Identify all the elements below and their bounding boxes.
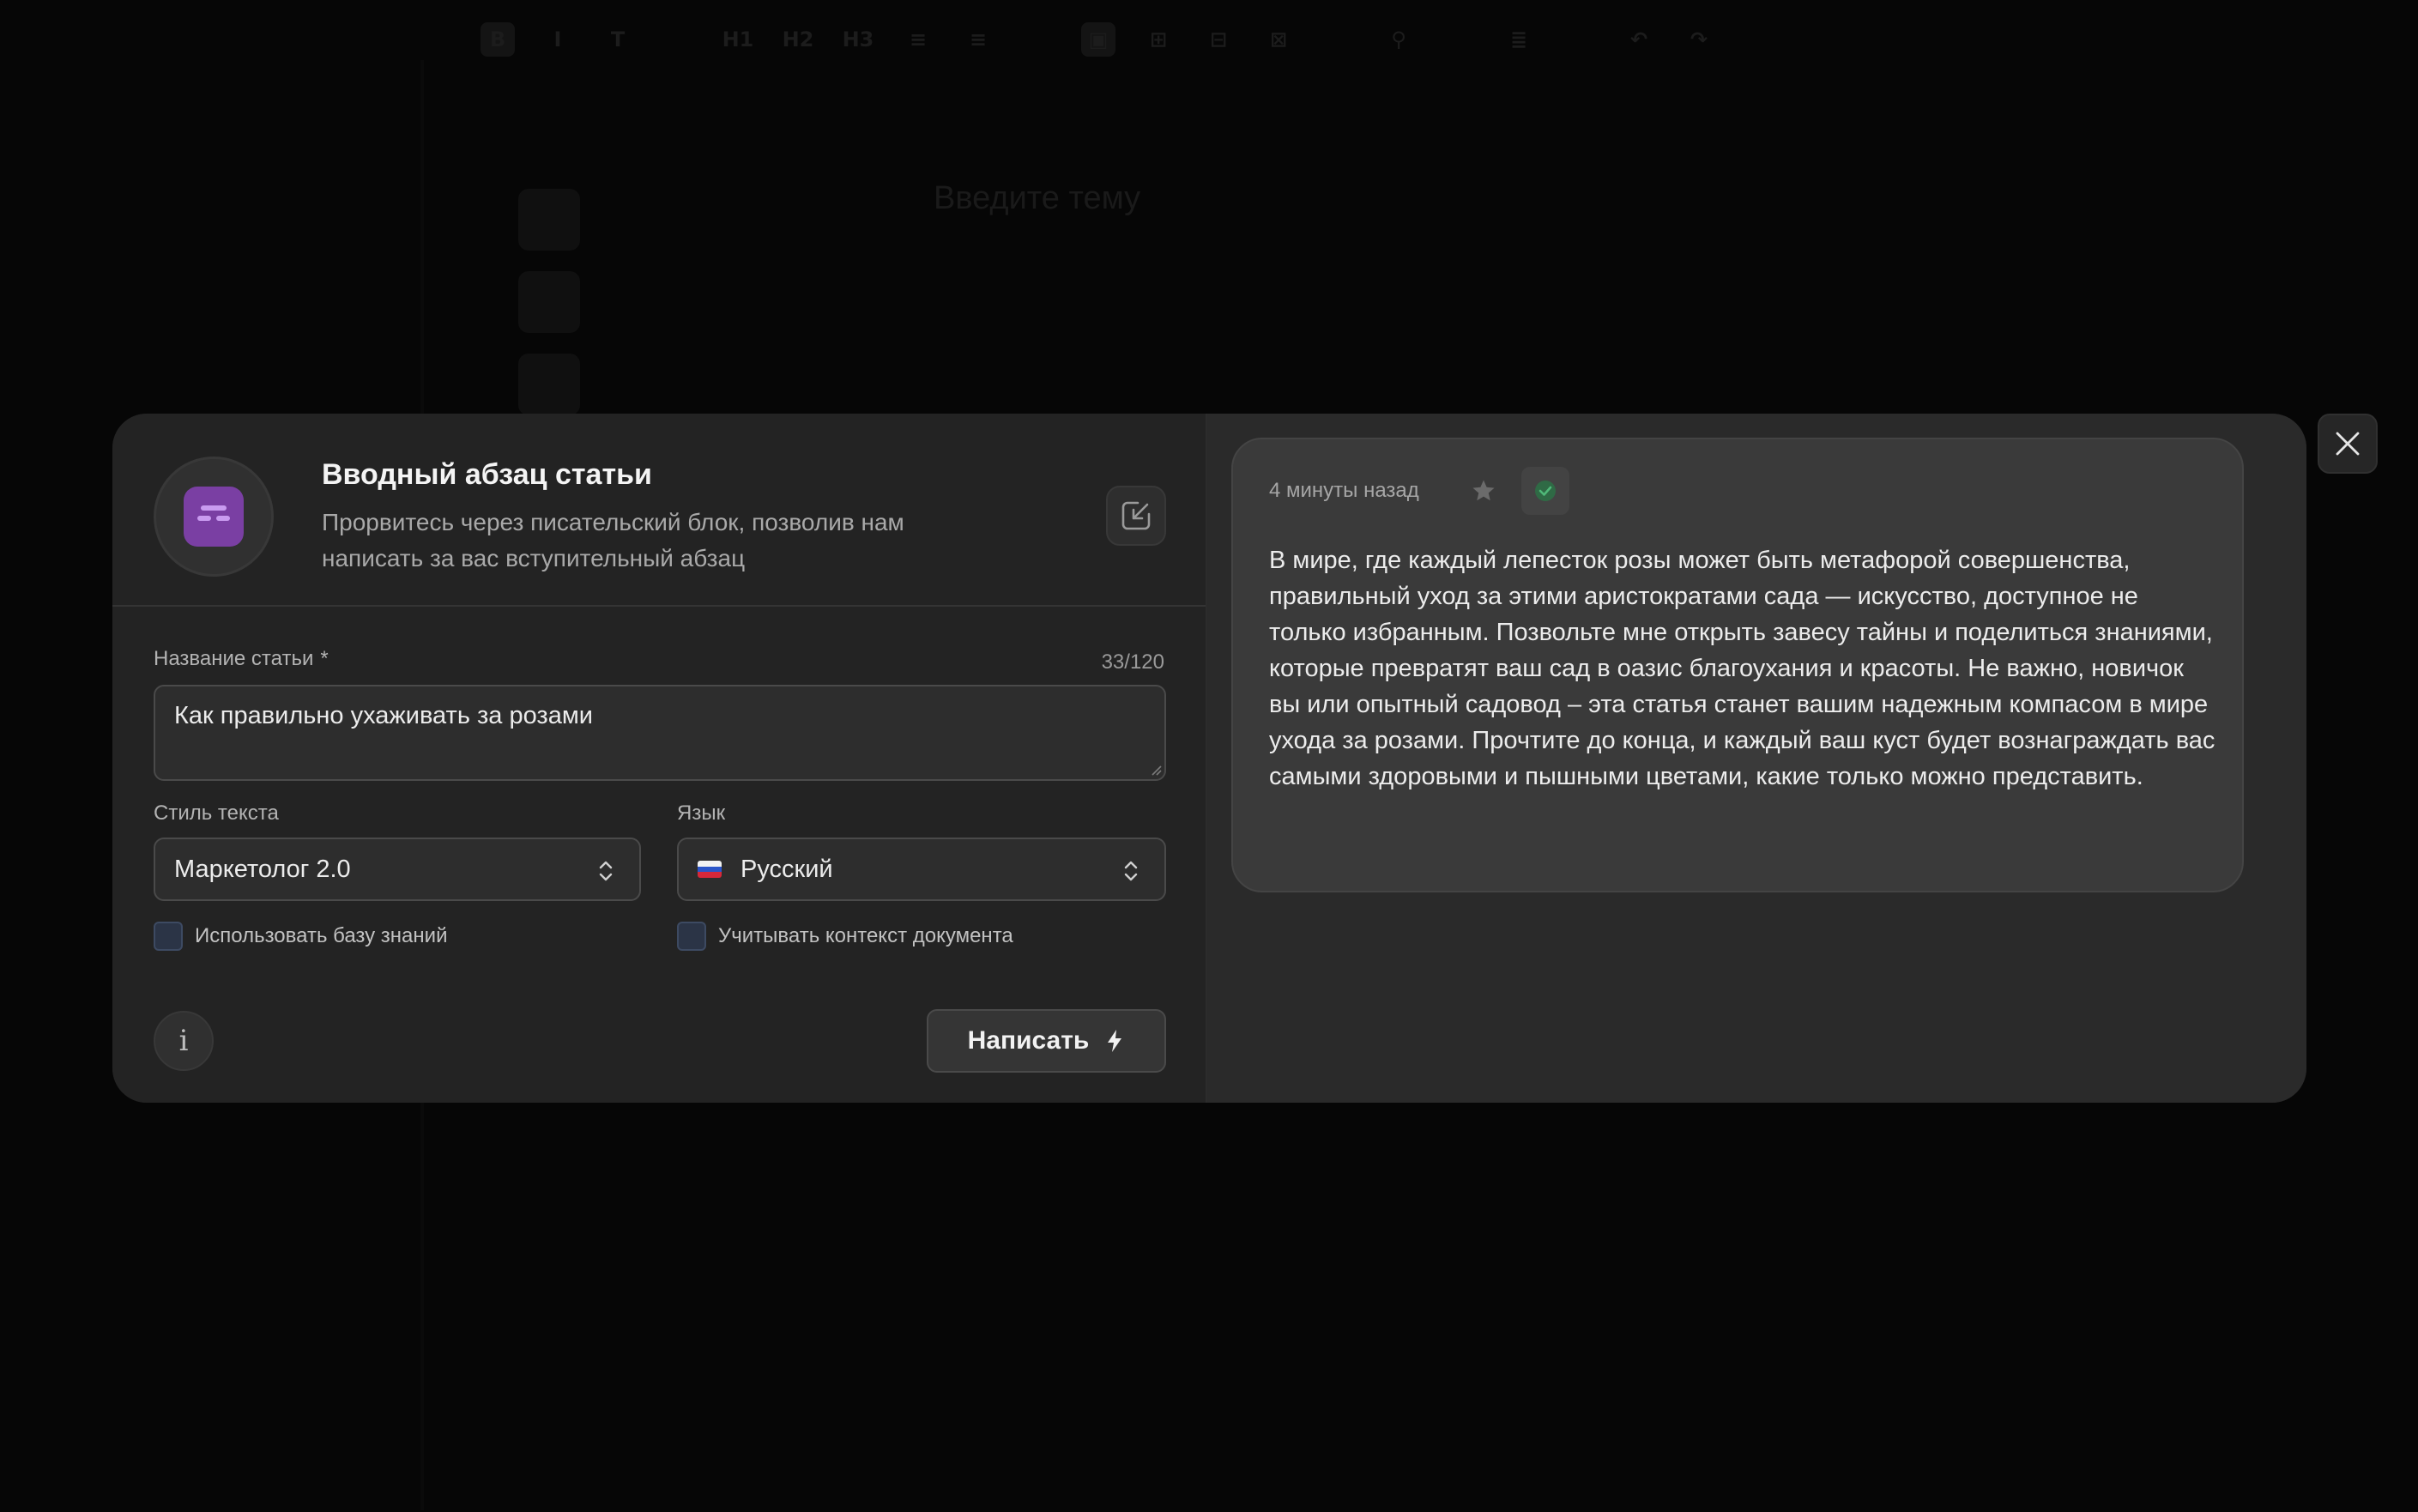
doc-context-label: Учитывать контекст документа — [718, 924, 1013, 947]
tool-avatar — [154, 457, 274, 577]
result-timestamp: 4 минуты назад — [1269, 479, 1419, 502]
toolbar-undo-button[interactable]: ↶ — [1622, 22, 1656, 57]
ai-tool-modal: Вводный абзац статьи Прорвитесь через пи… — [112, 414, 2306, 1103]
modal-header: Вводный абзац статьи Прорвитесь через пи… — [112, 414, 1206, 607]
doc-context-checkbox[interactable] — [677, 922, 706, 951]
info-button[interactable]: i — [154, 1011, 214, 1071]
toolbar-table-button[interactable]: ⊞ — [1141, 22, 1176, 57]
toolbar-h1-button[interactable]: H1 — [721, 22, 755, 57]
toolbar-text-button[interactable]: T — [601, 22, 635, 57]
knowledge-base-label: Использовать базу знаний — [195, 924, 448, 947]
toolbar-format-button[interactable]: ≣ — [1502, 22, 1536, 57]
article-title-input[interactable]: Как правильно ухаживать за розами — [154, 685, 1166, 781]
close-icon — [2336, 432, 2360, 456]
resize-grip-icon[interactable] — [1150, 764, 1162, 776]
text-style-select[interactable]: Маркетолог 2.0 — [154, 838, 641, 901]
knowledge-base-option[interactable]: Использовать базу знаний — [154, 922, 447, 951]
close-button[interactable] — [2318, 414, 2378, 474]
form-pane: Вводный абзац статьи Прорвитесь через пи… — [112, 414, 1207, 1103]
knowledge-base-checkbox[interactable] — [154, 922, 183, 951]
language-label: Язык — [677, 801, 726, 825]
toolbar-block-button[interactable]: ⊟ — [1201, 22, 1236, 57]
approve-button[interactable] — [1521, 467, 1569, 515]
modal-title: Вводный абзац статьи — [322, 458, 652, 491]
text-style-label: Стиль текста — [154, 801, 279, 825]
insert-arrow-icon — [1121, 501, 1151, 530]
select-chevron-icon — [599, 861, 613, 881]
write-button[interactable]: Написать — [927, 1009, 1166, 1073]
doc-context-option[interactable]: Учитывать контекст документа — [677, 922, 1013, 951]
document-template-icon — [184, 487, 244, 547]
info-icon: i — [178, 1024, 189, 1058]
toolbar-align-button[interactable]: ▣ — [1081, 22, 1115, 57]
toolbar-redo-button[interactable]: ↷ — [1682, 22, 1716, 57]
character-counter: 33/120 — [1101, 650, 1164, 674]
article-title-label: Название статьи * — [154, 647, 329, 670]
lightning-icon — [1108, 1030, 1122, 1052]
editor-title-placeholder[interactable]: Введите тему — [934, 180, 1140, 217]
write-button-label: Написать — [967, 1026, 1090, 1055]
toolbar-grid-button[interactable]: ⊠ — [1261, 22, 1296, 57]
toolbar-list-button[interactable]: ≡ — [901, 22, 935, 57]
favorite-button[interactable] — [1466, 474, 1501, 508]
generated-paragraph[interactable]: В мире, где каждый лепесток розы может б… — [1269, 542, 2222, 795]
insert-to-document-button[interactable] — [1106, 486, 1166, 546]
check-circle-icon — [1535, 481, 1556, 501]
result-pane: 4 минуты назад В мире, где каждый лепест… — [1207, 414, 2306, 1103]
language-value: Русский — [741, 855, 833, 883]
toolbar-h3-button[interactable]: H3 — [841, 22, 875, 57]
result-card: 4 минуты назад В мире, где каждый лепест… — [1231, 438, 2244, 892]
toolbar-italic-button[interactable]: I — [541, 22, 575, 57]
toolbar-h2-button[interactable]: H2 — [781, 22, 815, 57]
editor-block-handle[interactable] — [518, 271, 580, 333]
modal-description: Прорвитесь через писательский блок, позв… — [322, 509, 904, 572]
editor-toolbar: B I T H1 H2 H3 ≡ ≡ ▣ ⊞ ⊟ ⊠ ⚲ ≣ ↶ ↷ — [481, 17, 1716, 62]
select-chevron-icon — [1124, 861, 1138, 881]
editor-block-handle[interactable] — [518, 189, 580, 251]
editor-block-handle[interactable] — [518, 354, 580, 415]
toolbar-bold-button[interactable]: B — [481, 22, 515, 57]
text-style-value: Маркетолог 2.0 — [174, 855, 351, 883]
russian-flag-icon — [698, 861, 722, 878]
star-icon — [1472, 480, 1495, 501]
language-select[interactable]: Русский — [677, 838, 1166, 901]
toolbar-link-button[interactable]: ⚲ — [1381, 22, 1416, 57]
toolbar-list2-button[interactable]: ≡ — [961, 22, 995, 57]
